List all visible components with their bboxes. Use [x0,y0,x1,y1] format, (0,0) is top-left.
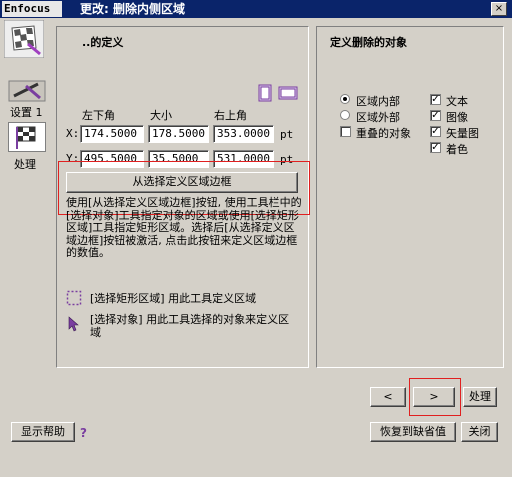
sidebar-item-label: 设置 1 [10,106,43,119]
help-text: 使用[从选择定义区域边框]按钮, 使用工具栏中的[选择对象]工具指定对象的区域或… [66,196,302,259]
checkbox-label: 着色 [446,143,468,156]
radio-button[interactable] [340,94,350,104]
checkered-flag-icon [3,19,45,59]
panel-heading: 定义删除的对象 [330,36,407,49]
window-title: 更改: 删除内侧区域 [80,2,185,16]
wrench-icon [8,80,46,102]
checkbox-label: 文本 [446,95,468,108]
prev-button[interactable]: < [370,387,406,407]
sidebar-item-process[interactable]: 处理 [8,122,48,171]
close-button[interactable]: 关闭 [461,422,498,442]
x-upper-right-field[interactable]: 353.0000 [213,125,274,143]
restore-defaults-button[interactable]: 恢复到缺省值 [370,422,456,442]
tool-hint-object: [选择对象] 用此工具选择的对象来定义区域 [90,313,290,339]
help-question-icon[interactable]: ? [80,426,94,440]
checkbox-vector[interactable]: ✓ 矢量图 [430,125,496,140]
x-lower-left-field[interactable]: 174.5000 [80,125,144,143]
checkbox-label: 重叠的对象 [356,127,411,140]
radio-label: 区域内部 [356,95,400,108]
select-object-arrow-icon [68,316,80,332]
panel-heading: ..的定义 [82,36,124,49]
show-help-button[interactable]: 显示帮助 [11,422,75,442]
checkbox-text[interactable]: ✓ 文本 [430,93,490,108]
x-size-field[interactable]: 178.5000 [148,125,209,143]
checkbox-overlap[interactable]: 重叠的对象 [340,125,426,140]
page-landscape-icon[interactable] [278,86,298,100]
select-rect-icon [66,290,82,306]
checkbox-image[interactable]: ✓ 图像 [430,109,490,124]
title-bar[interactable] [0,0,512,18]
x-axis-label: X: [66,127,80,140]
close-window-button[interactable]: × [491,2,507,16]
sidebar-item-settings[interactable]: 设置 1 [6,80,48,119]
checkbox[interactable] [340,126,351,137]
page-portrait-icon[interactable] [258,84,272,102]
checkered-flag-icon [8,122,46,152]
checkbox[interactable]: ✓ [430,126,441,137]
column-lower-left: 左下角 [82,109,115,122]
process-button[interactable]: 处理 [463,387,497,407]
app-label: Enfocus [2,1,62,17]
checkbox-shading[interactable]: ✓ 着色 [430,141,490,156]
checkbox[interactable]: ✓ [430,110,441,121]
x-unit-label: pt [280,128,294,141]
radio-button[interactable] [340,110,350,120]
checkbox[interactable]: ✓ [430,142,441,153]
column-upper-right: 右上角 [214,109,247,122]
tool-hint-rect: [选择矩形区域] 用此工具定义区域 [90,292,257,305]
column-size: 大小 [150,109,172,122]
checkbox[interactable]: ✓ [430,94,441,105]
radio-outside[interactable]: 区域外部 [340,109,420,124]
radio-inside[interactable]: 区域内部 [340,93,420,108]
checkbox-label: 图像 [446,111,468,124]
sidebar-item-label: 处理 [14,158,36,171]
delete-objects-panel [316,26,504,368]
checkbox-label: 矢量图 [446,127,479,140]
radio-label: 区域外部 [356,111,400,124]
highlight-box [409,378,461,416]
